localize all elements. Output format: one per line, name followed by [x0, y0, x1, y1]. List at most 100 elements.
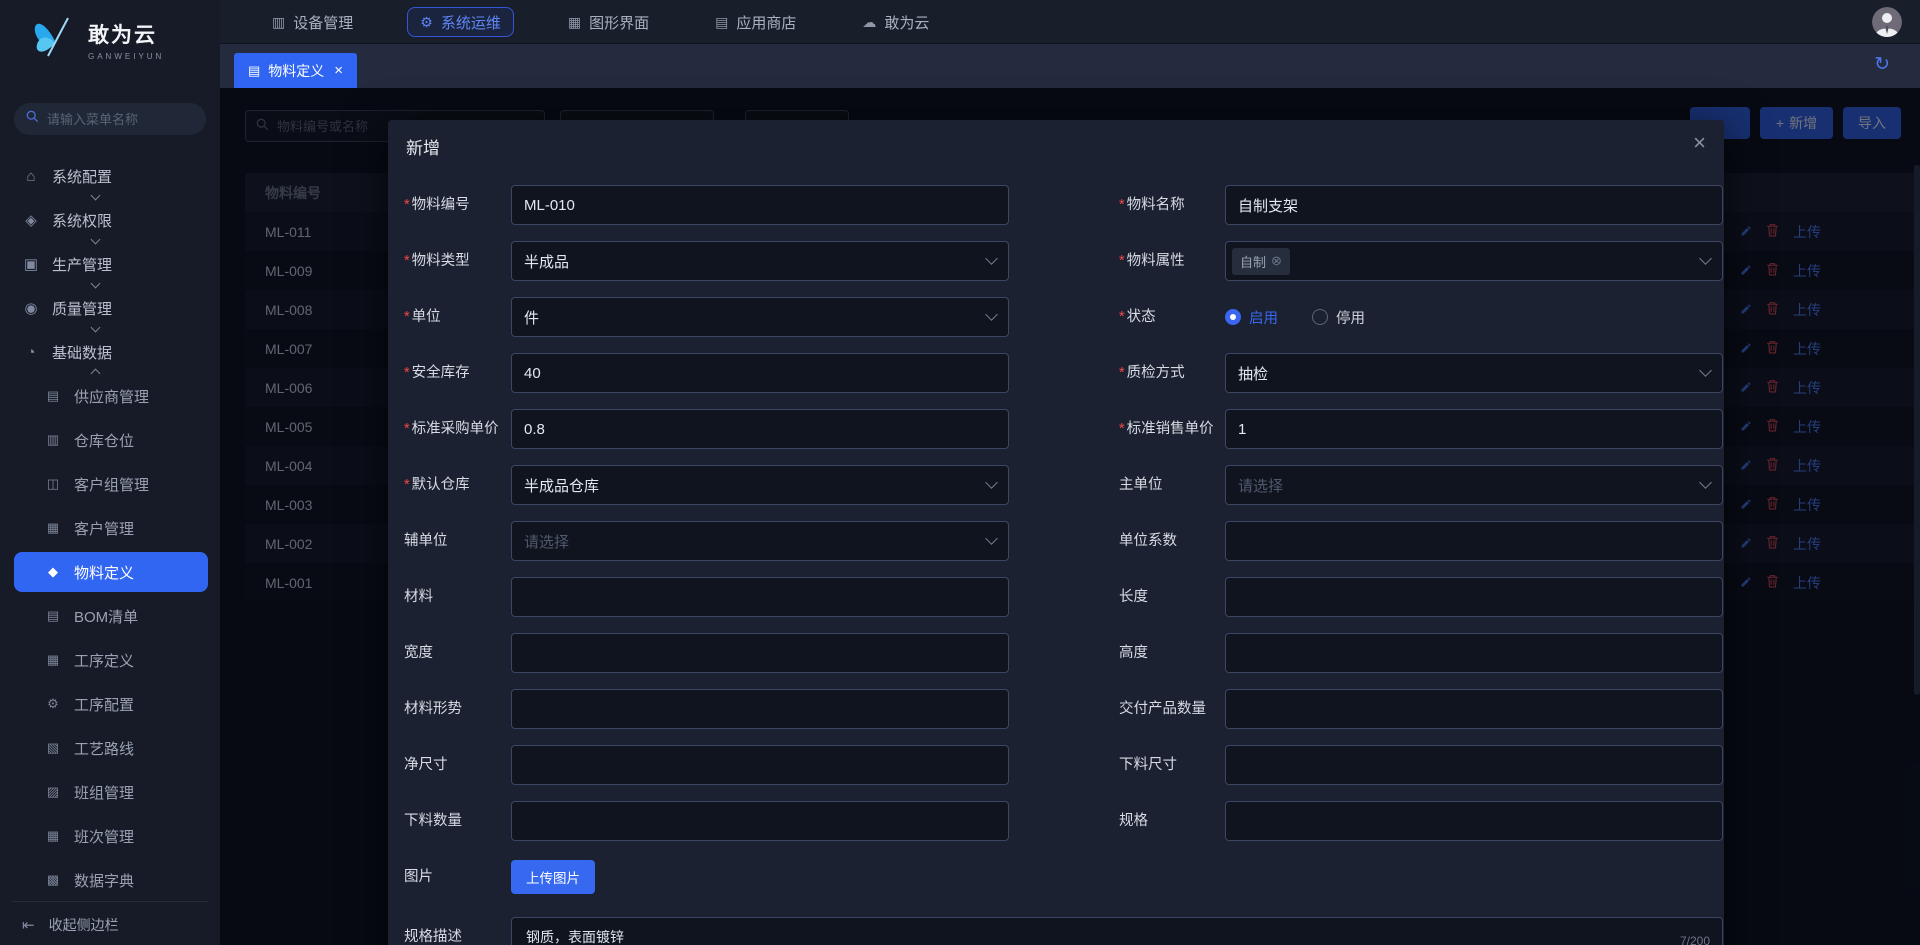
field-std-purchase-price[interactable]: [511, 409, 1009, 449]
unit-factor-input[interactable]: [1238, 533, 1710, 550]
sidebar-item-material-definition[interactable]: ◆物料定义: [0, 550, 220, 594]
shield-icon: ◈: [22, 211, 40, 229]
devices-icon: ▥: [272, 14, 285, 31]
field-std-sale-price[interactable]: [1225, 409, 1723, 449]
sidebar-item-shift-management[interactable]: ▦班次管理: [0, 814, 220, 858]
field-delivery-qty[interactable]: [1225, 689, 1723, 729]
field-label-std-sale-price: 标准销售单价: [1119, 409, 1223, 449]
upload-image-button[interactable]: 上传图片: [511, 860, 595, 894]
nav-ganweiyun[interactable]: ☁敢为云: [850, 7, 941, 37]
bom-icon: ▤: [44, 608, 62, 624]
radio-on-icon: [1225, 309, 1241, 325]
menu-item-label: 工序定义: [74, 650, 134, 671]
sidebar-item-data-dictionary[interactable]: ▩数据字典: [0, 858, 220, 902]
width-input[interactable]: [524, 645, 996, 662]
field-material-shape[interactable]: [511, 689, 1009, 729]
field-material-code[interactable]: [511, 185, 1009, 225]
safety-stock-input[interactable]: [524, 365, 996, 382]
menu-search[interactable]: [14, 103, 206, 135]
material-shape-input[interactable]: [524, 701, 996, 718]
brand: 敢为云 GANWEIYUN: [28, 12, 164, 67]
sidebar-group-basic-data[interactable]: ◔基础数据: [0, 330, 220, 374]
blank-qty-input[interactable]: [524, 813, 996, 830]
field-material[interactable]: [511, 577, 1009, 617]
field-label-blank-size: 下料尺寸: [1119, 745, 1223, 785]
group-label: 基础数据: [52, 342, 112, 363]
field-width[interactable]: [511, 633, 1009, 673]
sidebar-group-system-permission[interactable]: ◈系统权限: [0, 198, 220, 242]
std-sale-price-input[interactable]: [1238, 421, 1710, 438]
field-height[interactable]: [1225, 633, 1723, 673]
menu-item-label: 工序配置: [74, 694, 134, 715]
sidebar-item-customer-group[interactable]: ◫客户组管理: [0, 462, 220, 506]
tab-material-definition[interactable]: ▤ 物料定义 ×: [234, 53, 357, 88]
sidebar-item-process-route[interactable]: ▧工艺路线: [0, 726, 220, 770]
nav-app-store[interactable]: ▤ 应用商店: [703, 7, 808, 37]
menu-item-label: 工艺路线: [74, 738, 134, 759]
field-aux-unit[interactable]: 请选择: [511, 521, 1009, 561]
tab-label: 物料定义: [268, 61, 324, 81]
spec-input[interactable]: [1238, 813, 1710, 830]
field-unit[interactable]: 件: [511, 297, 1009, 337]
collapse-sidebar-button[interactable]: ⇤ 收起侧边栏: [0, 905, 220, 945]
field-material-type[interactable]: 半成品: [511, 241, 1009, 281]
nav-label: 应用商店: [736, 12, 796, 33]
field-spec-desc[interactable]: 钢质，表面镀锌7/200: [511, 917, 1723, 945]
length-input[interactable]: [1238, 589, 1710, 606]
sidebar-item-customer-management[interactable]: ▦客户管理: [0, 506, 220, 550]
sidebar-item-process-config[interactable]: ⚙工序配置: [0, 682, 220, 726]
field-spec[interactable]: [1225, 801, 1723, 841]
blank-size-input[interactable]: [1238, 757, 1710, 774]
material-name-input[interactable]: [1238, 197, 1710, 214]
field-safety-stock[interactable]: [511, 353, 1009, 393]
field-label-unit-factor: 单位系数: [1119, 521, 1223, 561]
delivery-qty-input[interactable]: [1238, 701, 1710, 718]
nav-device-management[interactable]: ▥设备管理: [260, 7, 365, 37]
sidebar-item-supplier-management[interactable]: ▤供应商管理: [0, 374, 220, 418]
quality-icon: ◉: [22, 299, 40, 317]
sidebar-group-system-config[interactable]: ⌂系统配置: [0, 154, 220, 198]
field-default-warehouse[interactable]: 半成品仓库: [511, 465, 1009, 505]
std-purchase-price-input[interactable]: [524, 421, 996, 438]
card-icon: ▤: [44, 388, 62, 404]
field-blank-size[interactable]: [1225, 745, 1723, 785]
material-input[interactable]: [524, 589, 996, 606]
refresh-icon[interactable]: ↻: [1874, 53, 1890, 76]
user-avatar[interactable]: [1872, 7, 1902, 37]
field-length[interactable]: [1225, 577, 1723, 617]
sidebar-item-team-management[interactable]: ▨班组管理: [0, 770, 220, 814]
store-icon: ▤: [715, 14, 728, 31]
field-label-length: 长度: [1119, 577, 1223, 617]
menu-search-input[interactable]: [47, 112, 194, 127]
field-unit-factor[interactable]: [1225, 521, 1723, 561]
sidebar-item-bom-list[interactable]: ▤BOM清单: [0, 594, 220, 638]
height-input[interactable]: [1238, 645, 1710, 662]
sidebar-menu: ⌂系统配置◈系统权限▣生产管理◉质量管理◔基础数据▤供应商管理▥仓库仓位◫客户组…: [0, 154, 220, 902]
net-size-input[interactable]: [524, 757, 996, 774]
material-code-input[interactable]: [524, 197, 996, 214]
sidebar-item-process-definition[interactable]: ▦ 工序定义: [0, 638, 220, 682]
tag-close-icon[interactable]: ⊗: [1271, 253, 1282, 269]
close-icon[interactable]: ×: [1693, 132, 1706, 154]
nav-system-ops[interactable]: ⚙系统运维: [407, 7, 514, 37]
sidebar-group-production-management[interactable]: ▣生产管理: [0, 242, 220, 286]
radio-status-停用[interactable]: 停用: [1312, 307, 1365, 328]
field-material-name[interactable]: [1225, 185, 1723, 225]
nav-graphic-ui[interactable]: ▦图形界面: [556, 7, 661, 37]
brand-subtitle: GANWEIYUN: [88, 52, 164, 61]
tab-close-icon[interactable]: ×: [334, 62, 343, 79]
field-material-attr[interactable]: 自制⊗: [1225, 241, 1723, 281]
sidebar: 敢为云 GANWEIYUN ⌂系统配置◈系统权限▣生产管理◉质量管理◔基础数据▤…: [0, 0, 220, 945]
field-qc-method[interactable]: 抽检: [1225, 353, 1723, 393]
field-blank-qty[interactable]: [511, 801, 1009, 841]
processdef-icon: ▦: [44, 652, 62, 668]
sidebar-group-quality-management[interactable]: ◉质量管理: [0, 286, 220, 330]
radio-status-启用[interactable]: 启用: [1225, 307, 1278, 328]
spec-desc-textarea[interactable]: 钢质，表面镀锌: [512, 918, 1722, 945]
field-label-unit: 单位: [404, 297, 508, 337]
nav-label: 图形界面: [589, 12, 649, 33]
chevron-down-icon: [1699, 364, 1712, 377]
field-net-size[interactable]: [511, 745, 1009, 785]
field-main-unit[interactable]: 请选择: [1225, 465, 1723, 505]
sidebar-item-warehouse-location[interactable]: ▥仓库仓位: [0, 418, 220, 462]
